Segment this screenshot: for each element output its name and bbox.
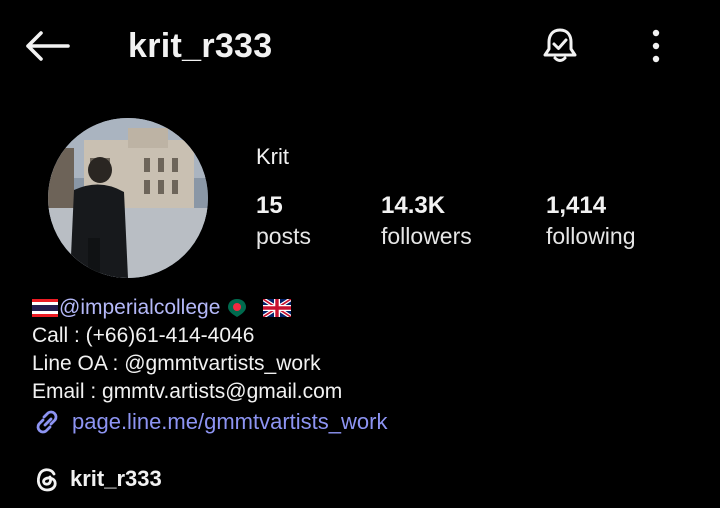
followers-label: followers: [381, 223, 472, 249]
bio-line-line-oa: Line OA : @gmmtvartists_work: [32, 350, 342, 378]
posts-count: 15: [256, 192, 283, 219]
bangladesh-flag-icon: [228, 299, 247, 318]
imperialcollege-mention-link[interactable]: @imperialcollege: [59, 296, 220, 319]
bio-link-row[interactable]: page.line.me/gmmtvartists_work: [32, 408, 387, 436]
profile-display-name: Krit: [256, 144, 289, 169]
more-options-button[interactable]: [638, 22, 674, 70]
bio-line-email: Email : gmmtv.artists@gmail.com: [32, 380, 343, 403]
followers-stat[interactable]: 14.3K followers: [381, 192, 472, 252]
threads-badge[interactable]: krit_r333: [32, 464, 162, 494]
bio-link[interactable]: page.line.me/gmmtvartists_work: [72, 409, 387, 435]
line-oa-handle: @gmmtvartists_work: [124, 352, 321, 375]
line-oa-prefix: Line OA :: [32, 352, 125, 375]
thai-flag-icon: [32, 299, 58, 318]
profile-avatar[interactable]: [48, 118, 208, 278]
followers-count: 14.3K: [381, 192, 446, 219]
notifications-button[interactable]: [536, 22, 584, 70]
following-count: 1,414: [546, 192, 607, 219]
profile-username-title: krit_r333: [128, 27, 273, 65]
bio-line-call: Call : (+66)61-414-4046: [32, 324, 255, 347]
back-button[interactable]: [22, 24, 72, 68]
posts-stat[interactable]: 15 posts: [256, 192, 311, 252]
avatar-photo: [48, 118, 208, 278]
threads-handle: krit_r333: [70, 466, 162, 491]
following-stat[interactable]: 1,414 following: [546, 192, 636, 252]
posts-label: posts: [256, 223, 311, 249]
bio-line-mention: @imperialcollege: [32, 294, 342, 322]
back-arrow-icon: [26, 31, 70, 61]
threads-icon: [37, 468, 57, 492]
following-label: following: [546, 223, 636, 249]
profile-bio: @imperialcollege Call : (+66)61-414-4046…: [32, 294, 342, 406]
link-icon: [36, 410, 58, 434]
bell-check-icon: [543, 28, 577, 62]
more-vertical-icon: [652, 29, 660, 63]
uk-flag-icon: [263, 299, 292, 318]
